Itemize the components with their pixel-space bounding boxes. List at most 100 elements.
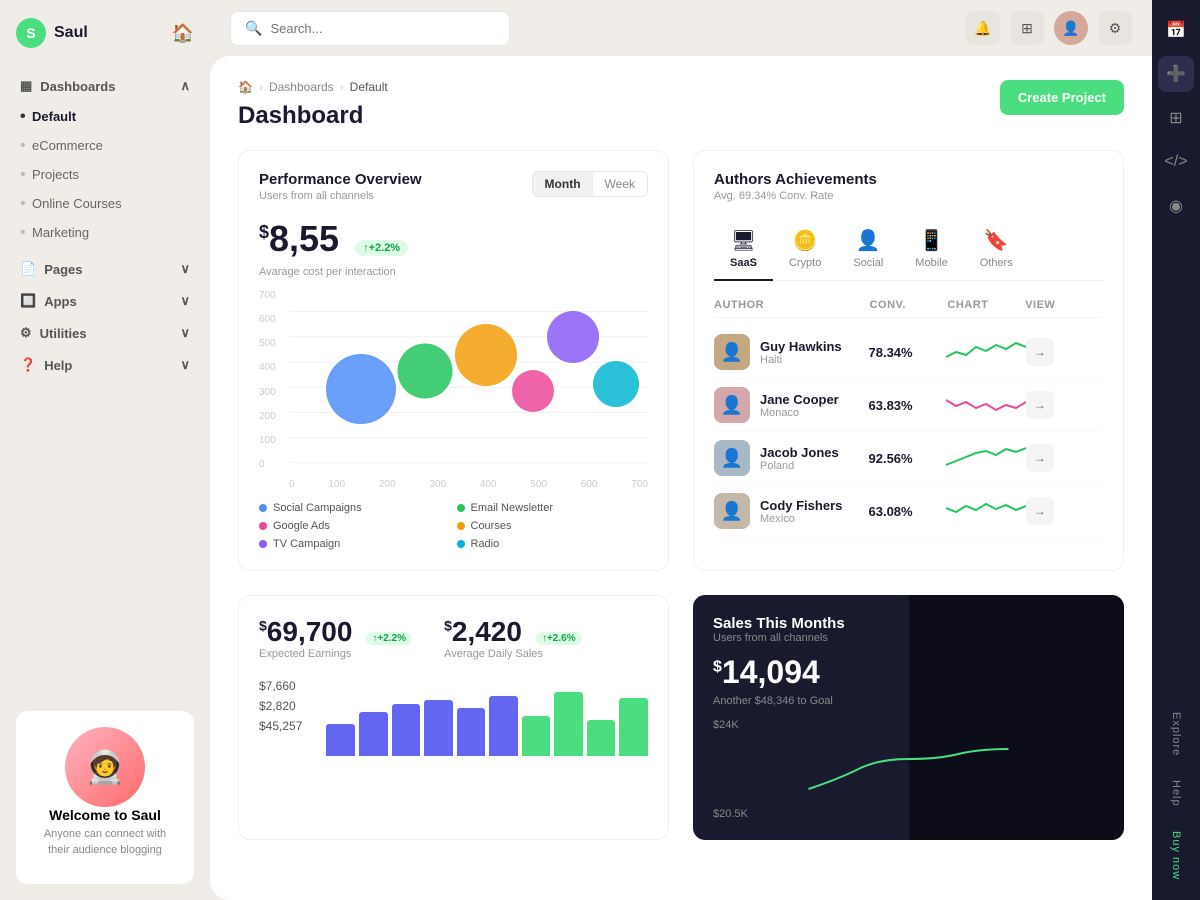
add-icon[interactable]: ➕ (1158, 56, 1194, 92)
breadcrumb-current: Default (350, 80, 388, 94)
notifications-icon[interactable]: 🔔 (966, 11, 1000, 45)
astronaut-image: 🧑‍🚀 (65, 727, 145, 807)
buy-now-label[interactable]: Buy now (1170, 823, 1182, 888)
search-input[interactable] (270, 21, 495, 36)
legend-dot-social (259, 504, 267, 512)
utilities-icon: ⚙ (20, 325, 32, 341)
legend-label-tv: TV Campaign (273, 538, 340, 550)
code-icon[interactable]: </> (1158, 144, 1194, 180)
home-breadcrumb[interactable]: 🏠 (238, 80, 253, 94)
sidebar-item-marketing[interactable]: Marketing (12, 218, 198, 247)
earnings-badge: ↑ +2.2% (366, 632, 412, 645)
view-btn-2[interactable]: → (1026, 444, 1054, 472)
view-btn-0[interactable]: → (1026, 338, 1054, 366)
nav-group-apps[interactable]: 🔲 Apps ∨ (12, 285, 198, 317)
bubble-courses (455, 324, 517, 386)
circle-icon[interactable]: ◉ (1158, 188, 1194, 224)
sidebar-item-default[interactable]: Default (12, 102, 198, 131)
search-icon: 🔍 (245, 20, 262, 37)
number-list-row: $7,660 $2,820 $45,257 (259, 676, 648, 756)
tab-crypto[interactable]: 🪙 Crypto (773, 218, 837, 281)
sidebar: S Saul 🏠 ▦ Dashboards ∧ Default eCommerc… (0, 0, 210, 900)
create-project-button[interactable]: Create Project (1000, 80, 1124, 115)
bar-7 (522, 716, 551, 756)
sidebar-item-ecommerce[interactable]: eCommerce (12, 131, 198, 160)
bubbles-container (289, 290, 648, 470)
avatar-jacob: 👤 (714, 440, 750, 476)
breadcrumb-dashboards[interactable]: Dashboards (269, 80, 334, 94)
calendar-icon[interactable]: 📅 (1158, 12, 1194, 48)
header-author: AUTHOR (714, 299, 870, 311)
apps-icon: 🔲 (20, 293, 36, 309)
performance-card: Performance Overview Users from all chan… (238, 150, 669, 571)
toggle-week[interactable]: Week (593, 172, 647, 196)
others-icon: 🔖 (984, 228, 1009, 253)
header-conv: CONV. (870, 299, 948, 311)
authors-title: Authors Achievements (714, 171, 877, 188)
view-btn-1[interactable]: → (1026, 391, 1054, 419)
settings-icon[interactable]: ⚙ (1098, 11, 1132, 45)
legend-dot-radio (457, 540, 465, 548)
legend-dot-courses (457, 522, 465, 530)
help-label[interactable]: Help (1170, 772, 1182, 815)
nav-group-utilities[interactable]: ⚙ Utilities ∨ (12, 317, 198, 349)
topbar: 🔍 🔔 ⊞ 👤 ⚙ (210, 0, 1152, 56)
performance-value-row: $8,55 ↑ +2.2% (259, 218, 648, 262)
growth-badge: ↑ +2.2% (355, 240, 408, 256)
page-title: Dashboard (238, 102, 1124, 130)
cost-label: Avarage cost per interaction (259, 266, 648, 278)
explore-label[interactable]: Explore (1170, 704, 1182, 764)
back-icon[interactable]: 🏠 (172, 23, 194, 44)
daily-badge: ↑ +2.6% (536, 632, 582, 645)
legend-label-ads: Google Ads (273, 520, 330, 532)
sidebar-item-projects[interactable]: Projects (12, 160, 198, 189)
bar-5 (457, 708, 486, 756)
view-btn-3[interactable]: → (1026, 497, 1054, 525)
grid-right-icon[interactable]: ⊞ (1158, 100, 1194, 136)
legend-ads: Google Ads (259, 520, 451, 532)
daily-value: $2,420 (444, 616, 522, 648)
tab-social-label: Social (853, 257, 883, 269)
chart-1 (946, 390, 1026, 420)
authors-table-header: AUTHOR CONV. CHART VIEW (714, 293, 1103, 318)
legend-tv: TV Campaign (259, 538, 451, 550)
sidebar-item-online-courses[interactable]: Online Courses (12, 189, 198, 218)
bar-2 (359, 712, 388, 756)
tab-others[interactable]: 🔖 Others (964, 218, 1029, 281)
nav-section: ▦ Dashboards ∧ Default eCommerce Project… (0, 66, 210, 385)
bottom-grid: $69,700 ↑ +2.2% Expected Earnings $2,420… (238, 595, 1124, 840)
legend-courses: Courses (457, 520, 649, 532)
sidebar-item-projects-label: Projects (32, 167, 79, 182)
sidebar-item-ecommerce-label: eCommerce (32, 138, 103, 153)
dashboards-grid-icon: ▦ (20, 78, 32, 94)
crypto-icon: 🪙 (793, 228, 818, 253)
legend-label-radio: Radio (471, 538, 500, 550)
sales-value: $14,094 (713, 654, 1104, 691)
search-box[interactable]: 🔍 (230, 11, 510, 46)
nav-group-apps-label: Apps (44, 294, 77, 309)
chart-legend: Social Campaigns Email Newsletter Google… (259, 502, 648, 550)
dashboard-area: 🏠 › Dashboards › Default Dashboard Creat… (210, 56, 1152, 900)
avatar[interactable]: 👤 (1054, 11, 1088, 45)
chevron-down-icon-pages: ∨ (180, 261, 190, 277)
sidebar-item-online-courses-label: Online Courses (32, 196, 122, 211)
nav-group-help[interactable]: ❓ Help ∨ (12, 349, 198, 381)
app-name: Saul (54, 24, 88, 42)
nav-group-pages[interactable]: 📄 Pages ∨ (12, 253, 198, 285)
toggle-month[interactable]: Month (533, 172, 593, 196)
expected-earnings: $69,700 ↑ +2.2% Expected Earnings (259, 616, 412, 660)
authors-subtitle: Avg. 69.34% Conv. Rate (714, 190, 877, 202)
tab-others-label: Others (980, 257, 1013, 269)
grid-icon[interactable]: ⊞ (1010, 11, 1044, 45)
tab-mobile[interactable]: 📱 Mobile (899, 218, 963, 281)
nav-group-dashboards[interactable]: ▦ Dashboards ∧ (12, 70, 198, 102)
nav-group-dashboards-label: Dashboards (40, 79, 115, 94)
author-row-2: 👤 Jacob Jones Poland 92.56% → (714, 432, 1103, 485)
tab-saas[interactable]: 🖥 SaaS (714, 218, 773, 281)
tab-social[interactable]: 👤 Social (837, 218, 899, 281)
bubble-tv (547, 311, 599, 363)
nav-group-utilities-label: Utilities (40, 326, 87, 341)
tab-saas-label: SaaS (730, 257, 757, 269)
author-name-1: Jane Cooper (760, 392, 839, 407)
dashboard-grid: Performance Overview Users from all chan… (238, 150, 1124, 571)
